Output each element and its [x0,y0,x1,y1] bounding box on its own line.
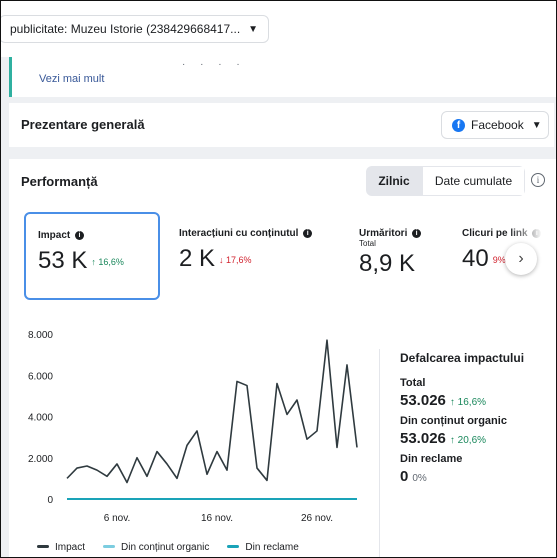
x-tick-label: 16 nov. [201,513,233,524]
y-tick-label: 2.000 [28,454,53,465]
y-axis: 8.000 6.000 4.000 2.000 0 [28,330,53,506]
breakdown-ads-value: 0 [400,468,409,485]
y-tick-label: 0 [47,495,53,506]
view-toggle: Zilnic Date cumulate [366,166,525,196]
chart-series [66,339,358,500]
metric-label: Urmăritori [359,228,408,239]
breakdown-organic-change: ↑ 20,6% [449,435,487,446]
overview-title: Prezentare generală [21,117,145,132]
legend-item-ads[interactable]: Din reclame [227,542,299,553]
ad-account-select[interactable]: publicitate: Muzeu Istorie (238429668417… [1,15,269,43]
performance-title: Performanță [21,174,98,189]
info-icon[interactable]: i [531,173,545,187]
chart-legend: Impact Din conținut organic Din reclame [37,542,299,553]
legend-label: Impact [55,542,86,553]
performance-card: Performanță Zilnic Date cumulate i Impac… [9,159,556,557]
platform-label: Facebook [471,118,524,132]
caret-down-icon: ▼ [248,23,259,35]
top-bar: publicitate: Muzeu Istorie (238429668417… [1,1,556,57]
breakdown-title: Defalcarea impactului [400,351,525,365]
metric-value: 40 [462,245,489,272]
metric-change: ↑ 16,6% [91,257,124,267]
toggle-cumulative[interactable]: Date cumulate [422,166,525,196]
see-more-link[interactable]: Vezi mai mult [39,73,104,85]
legend-swatch [227,545,240,548]
chevron-right-icon: › [518,250,524,267]
y-tick-label: 8.000 [28,330,53,341]
platform-dropdown[interactable]: f Facebook ▼ [441,111,549,139]
metric-label: Interacțiuni cu conținutul [179,228,299,239]
info-icon[interactable]: i [412,229,422,238]
breakdown-ads-change: 0% [412,473,427,484]
breakdown-total-value: 53.026 [400,392,446,409]
metric-card-interactions[interactable]: Interacțiuni cu conținutul i 2 K ↓ 17,6% [179,228,313,314]
metric-card-impact[interactable]: Impact i 53 K ↑ 16,6% [24,212,160,300]
caret-down-icon: ▼ [531,119,542,131]
metric-card-followers[interactable]: Urmăritori i Total 8,9 K [359,228,422,314]
info-icon[interactable]: i [75,231,85,240]
overview-section: Prezentare generală f Facebook ▼ [9,103,554,147]
metric-value: 53 K [38,247,88,274]
toggle-daily[interactable]: Zilnic [366,166,422,196]
next-arrow-button[interactable]: › [505,243,537,275]
impact-line-chart: 8.000 6.000 4.000 2.000 0 6 nov. 16 nov. 26 no… [28,330,358,524]
legend-swatch [37,545,49,548]
insight-card: · · · · Vezi mai mult [9,57,556,97]
legend-swatch [103,545,116,548]
ad-account-select-label: publicitate: Muzeu Istorie (238429668417… [10,22,241,36]
breakdown-organic-value: 53.026 [400,430,446,447]
metric-value: 2 K [179,245,216,272]
breakdown-organic-label: Din conținut organic [400,415,507,427]
breakdown-total-change: ↑ 16,6% [449,397,487,408]
facebook-icon: f [452,118,465,132]
metric-sublabel: Total [359,239,376,248]
legend-label: Din reclame [245,542,299,553]
legend-item-impact[interactable]: Impact [37,542,85,553]
x-tick-label: 6 nov. [104,513,131,524]
metric-change: 9% [492,255,506,265]
series-line-impact [66,339,358,484]
breakdown-ads-label: Din reclame [400,453,463,465]
truncated-text: · · · · [182,59,246,70]
info-icon[interactable]: i [303,229,313,238]
metric-change: ↓ 17,6% [219,255,252,265]
breakdown-total-label: Total [400,377,426,389]
metric-value: 8,9 K [359,250,416,277]
impact-breakdown: Defalcarea impactului Total 53.026 ↑ 16,6… [400,351,555,491]
legend-item-organic[interactable]: Din conținut organic [103,542,209,553]
metric-label: Impact [38,230,71,241]
x-tick-label: 26 nov. [301,513,333,524]
page-frame: publicitate: Muzeu Istorie (238429668417… [0,0,557,558]
divider [379,349,380,557]
legend-label: Din conținut organic [121,542,210,553]
y-tick-label: 4.000 [28,413,53,424]
y-tick-label: 6.000 [28,371,53,382]
x-axis: 6 nov. 16 nov. 26 nov. [104,513,333,524]
